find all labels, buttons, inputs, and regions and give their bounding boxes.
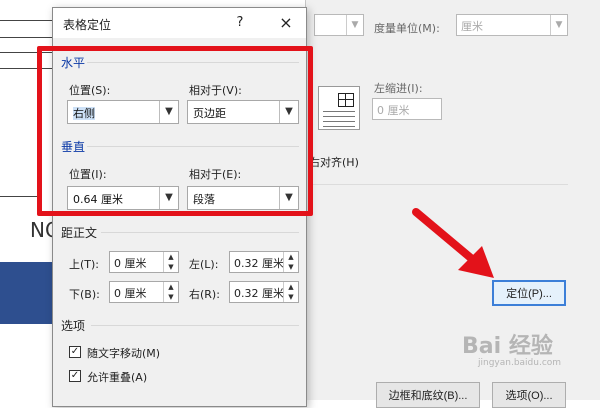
help-icon[interactable]: ? bbox=[229, 12, 251, 34]
document-line bbox=[0, 20, 52, 21]
distance-top-spinner[interactable]: 0 厘米 ▲ ▼ bbox=[109, 251, 179, 273]
indent-label: 左缩进(I): bbox=[374, 82, 423, 95]
distance-right-label: 右(R): bbox=[189, 288, 220, 301]
spinner-arrows-icon[interactable]: ▲ ▼ bbox=[283, 282, 298, 302]
align-right-icon[interactable] bbox=[318, 86, 360, 130]
annotation-highlight-box bbox=[37, 46, 313, 216]
distance-bottom-label: 下(B): bbox=[69, 288, 100, 301]
distance-top-label: 上(T): bbox=[69, 258, 100, 271]
dialog-titlebar[interactable]: 表格定位 ? × bbox=[53, 8, 306, 38]
spinner-arrows-icon[interactable]: ▲ ▼ bbox=[283, 252, 298, 272]
distance-group-title: 距正文 bbox=[61, 226, 98, 240]
group-divider bbox=[91, 325, 299, 326]
annotation-arrow-icon bbox=[412, 208, 494, 278]
move-with-text-label[interactable]: 随文字移动(M) bbox=[87, 345, 160, 361]
distance-left-spinner[interactable]: 0.32 厘米 ▲ ▼ bbox=[229, 251, 299, 273]
unit-combobox[interactable]: 厘米 ▼ bbox=[456, 14, 568, 36]
allow-overlap-checkbox[interactable]: ✓ bbox=[69, 370, 81, 382]
borders-shading-button[interactable]: 边框和底纹(B)... bbox=[376, 382, 480, 408]
dialog-title: 表格定位 bbox=[63, 18, 112, 32]
align-right-label: 右对齐(H) bbox=[309, 156, 359, 169]
distance-left-value: 0.32 厘米 bbox=[234, 257, 284, 270]
unit-label: 度量单位(M): bbox=[374, 22, 440, 35]
close-icon[interactable]: × bbox=[275, 12, 297, 34]
width-combobox[interactable]: ▼ bbox=[314, 14, 364, 36]
indent-value: 0 厘米 bbox=[377, 104, 410, 117]
options-button[interactable]: 选项(O)... bbox=[492, 382, 566, 408]
unit-value: 厘米 bbox=[461, 20, 483, 33]
position-button[interactable]: 定位(P)... bbox=[492, 280, 566, 306]
watermark-url: jingyan.baidu.com bbox=[478, 358, 562, 368]
watermark-logo: Bai 经验 bbox=[462, 334, 553, 359]
allow-overlap-label[interactable]: 允许重叠(A) bbox=[87, 369, 147, 385]
distance-top-value: 0 厘米 bbox=[114, 257, 147, 270]
spinner-arrows-icon[interactable]: ▲ ▼ bbox=[163, 252, 178, 272]
distance-bottom-spinner[interactable]: 0 厘米 ▲ ▼ bbox=[109, 281, 179, 303]
chevron-down-icon: ▼ bbox=[550, 15, 567, 35]
distance-bottom-value: 0 厘米 bbox=[114, 287, 147, 300]
divider bbox=[310, 184, 568, 185]
distance-left-label: 左(L): bbox=[189, 258, 219, 271]
distance-right-spinner[interactable]: 0.32 厘米 ▲ ▼ bbox=[229, 281, 299, 303]
spinner-arrows-icon[interactable]: ▲ ▼ bbox=[163, 282, 178, 302]
distance-right-value: 0.32 厘米 bbox=[234, 287, 284, 300]
move-with-text-checkbox[interactable]: ✓ bbox=[69, 346, 81, 358]
group-divider bbox=[101, 232, 299, 233]
options-group-title: 选项 bbox=[61, 319, 86, 333]
document-line bbox=[0, 196, 40, 197]
indent-spinner[interactable]: 0 厘米 bbox=[372, 98, 442, 120]
document-line bbox=[0, 37, 52, 38]
